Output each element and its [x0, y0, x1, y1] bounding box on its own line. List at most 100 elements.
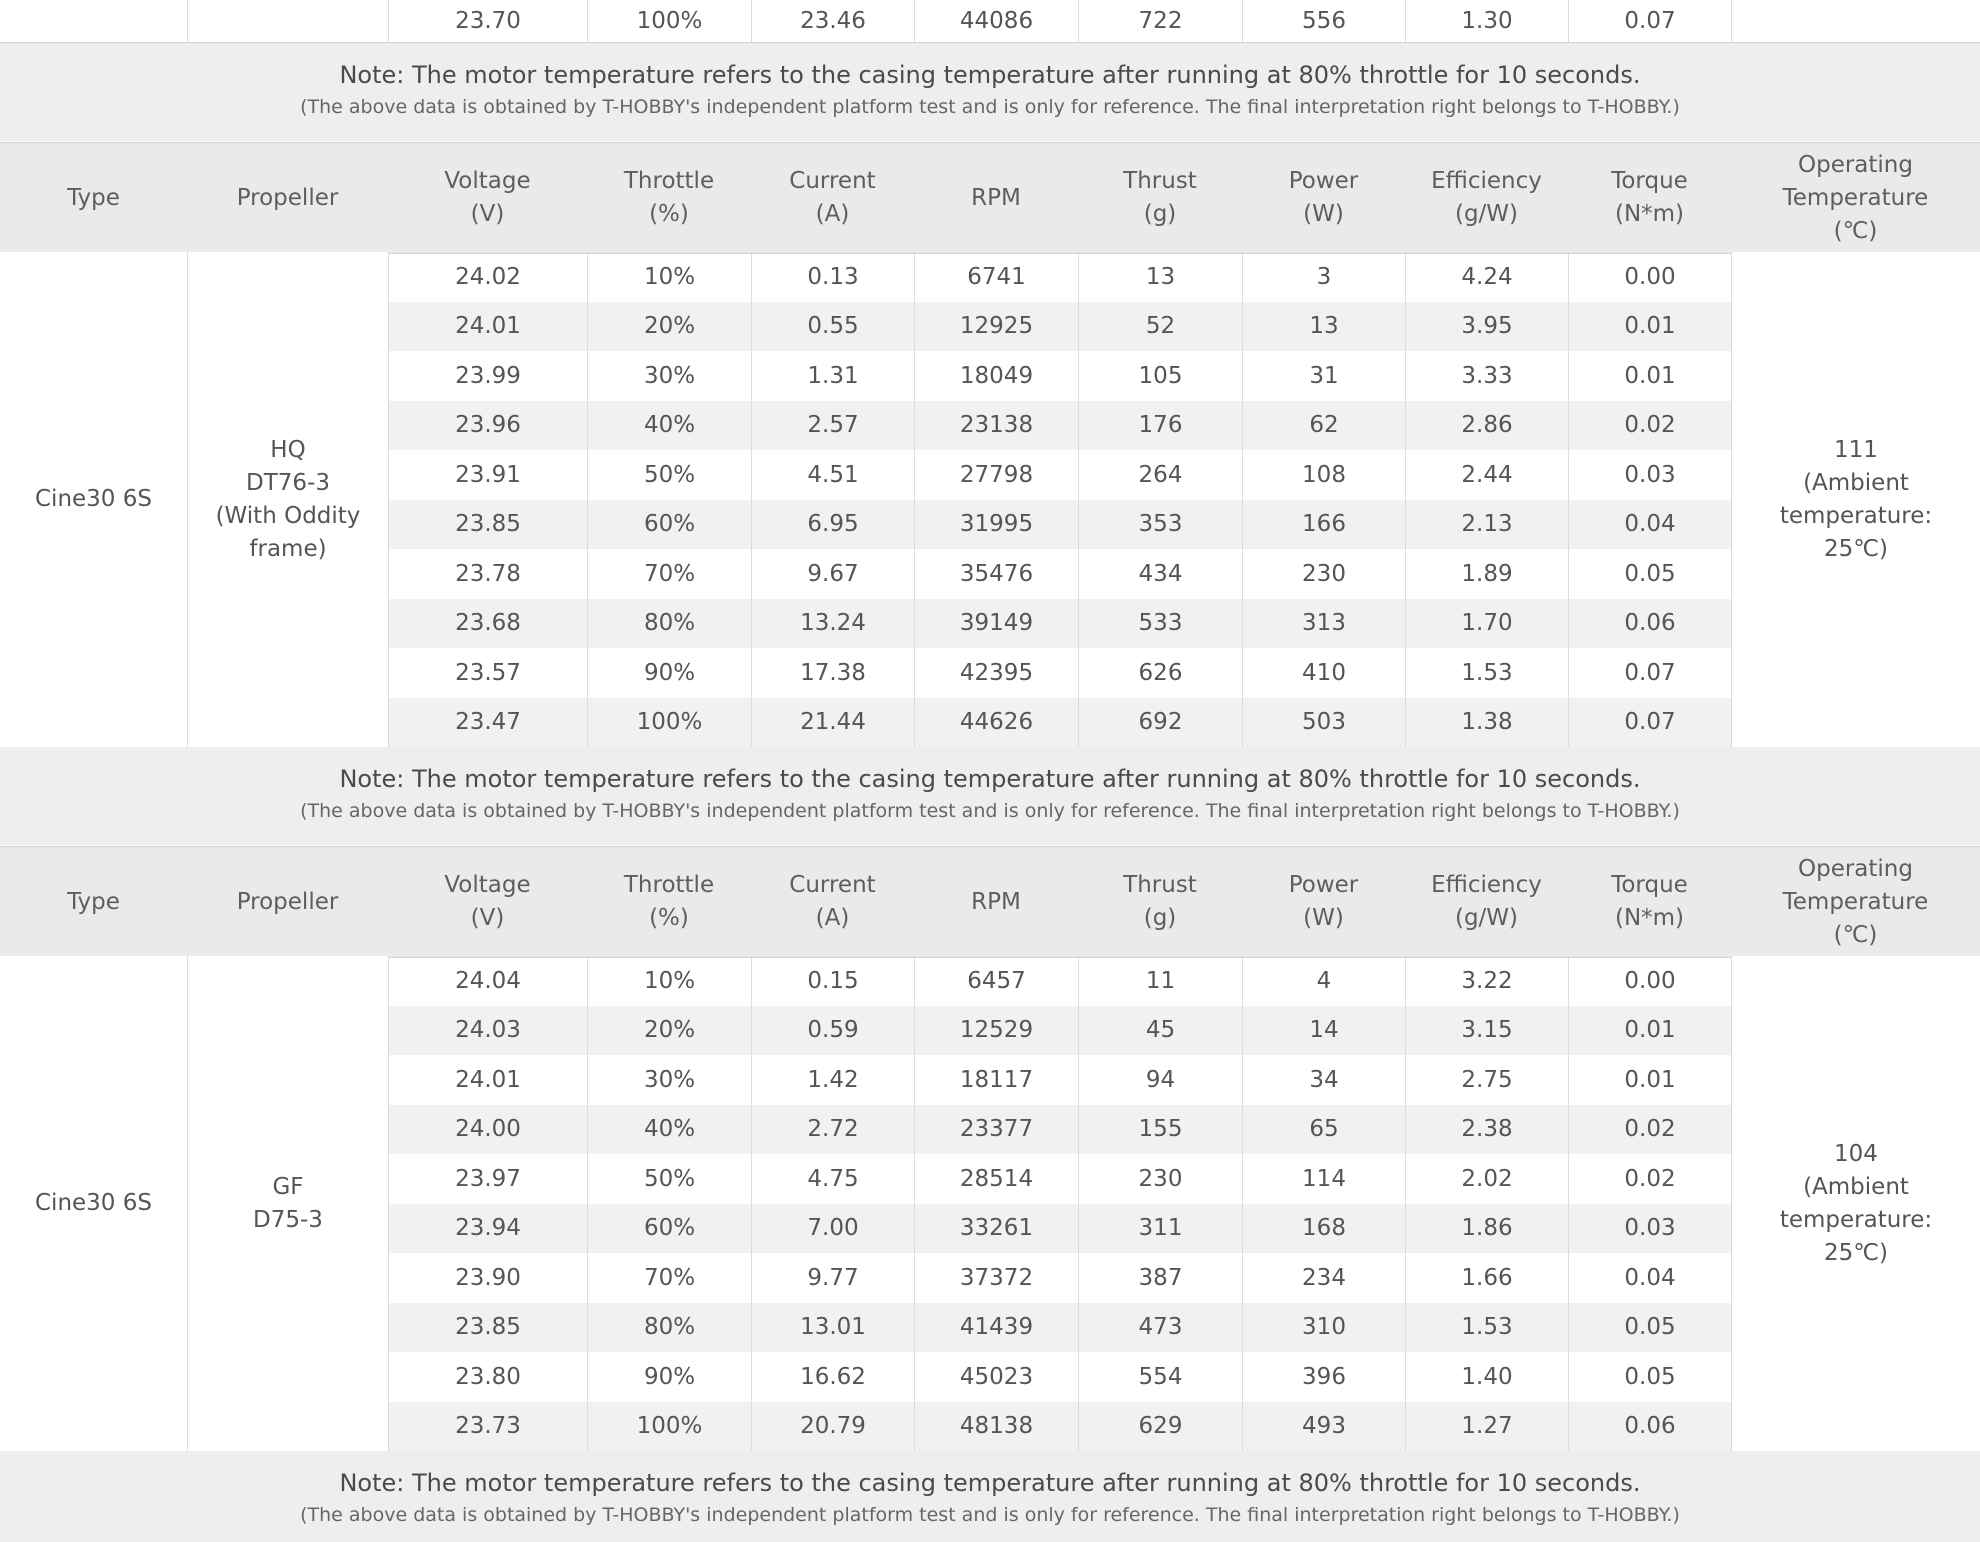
table-row-partial: 23.70 100% 23.46 44086 722 556 1.30 0.07 [0, 0, 1980, 43]
table-cell: 44086 [914, 0, 1078, 42]
operating-temperature-cell-line: 111 [1834, 436, 1878, 463]
table-cell: 35476 [914, 549, 1078, 599]
table-cell: 1.89 [1405, 549, 1568, 599]
header-line: RPM [971, 184, 1021, 211]
propeller-cell-line: (With Oddity [215, 502, 361, 529]
table-cell: 234 [1242, 1253, 1405, 1303]
table-cell: 41439 [914, 1302, 1078, 1352]
table-cell: 28514 [914, 1154, 1078, 1204]
header-temperature: Operating Temperature (℃) [1731, 143, 1980, 253]
motor-type-cell-line: Cine30 6S [35, 486, 152, 512]
table-cell: 0.02 [1568, 400, 1731, 450]
header-label: Type [67, 182, 120, 215]
table-cell: 11 [1078, 956, 1242, 1006]
operating-temperature-cell-line: temperature: [1779, 1206, 1933, 1233]
table-cell: 39149 [914, 598, 1078, 648]
header-torque: Torque (N*m) [1568, 143, 1731, 253]
table-cell: 2.13 [1405, 499, 1568, 549]
table-cell: 353 [1078, 499, 1242, 549]
table-cell: 0.00 [1568, 252, 1731, 302]
table-cell: 45 [1078, 1005, 1242, 1055]
table-cell: 24.00 [388, 1104, 587, 1154]
table-cell: 410 [1242, 648, 1405, 698]
header-voltage: Voltage (V) [388, 143, 587, 253]
header-line: (%) [649, 905, 689, 931]
table-cell: 0.05 [1568, 1302, 1731, 1352]
table-cell: 50% [587, 450, 751, 500]
table-cell: 23.73 [388, 1401, 587, 1451]
table-cell: 1.53 [1405, 1302, 1568, 1352]
table-cell: 27798 [914, 450, 1078, 500]
propeller-cell-line: D75-3 [253, 1206, 323, 1233]
header-line: (V) [470, 201, 505, 227]
propeller-cell-label: GF D75-3 [253, 1171, 323, 1237]
table-cell: 23.80 [388, 1352, 587, 1402]
motor-type-cell: Cine30 6S [0, 252, 187, 747]
header-label: Throttle (%) [624, 165, 714, 231]
table-cell: 168 [1242, 1203, 1405, 1253]
table-cell: 18049 [914, 351, 1078, 401]
operating-temperature-cell: 111 (Ambient temperature: 25℃) [1731, 252, 1980, 747]
header-line: (g/W) [1454, 905, 1519, 931]
table-cell: 23138 [914, 400, 1078, 450]
header-label: Throttle (%) [624, 869, 714, 935]
header-type: Type [0, 847, 187, 957]
table-cell: 24.04 [388, 956, 587, 1006]
header-line: (V) [470, 905, 505, 931]
header-line: (W) [1303, 905, 1344, 931]
header-line: Efficiency [1431, 872, 1542, 898]
table-cell: 4.51 [751, 450, 914, 500]
propeller-cell-label: HQ DT76-3 (With Oddity frame) [216, 434, 361, 566]
table-cell: 48138 [914, 1401, 1078, 1451]
note-disclaimer-text: (The above data is obtained by T-HOBBY's… [300, 1504, 1680, 1526]
table-cell: 100% [587, 697, 751, 747]
header-temperature: Operating Temperature (℃) [1731, 847, 1980, 957]
note-main-text: Note: The motor temperature refers to th… [339, 765, 1641, 793]
header-label: Voltage (V) [444, 869, 530, 935]
table-cell: 12925 [914, 301, 1078, 351]
table-cell: 100% [587, 0, 751, 42]
table-cell: 3 [1242, 252, 1405, 302]
table-cell: 9.67 [751, 549, 914, 599]
table-cell: 13 [1242, 301, 1405, 351]
table-cell: 60% [587, 499, 751, 549]
table-cell: 62 [1242, 400, 1405, 450]
table-cell: 264 [1078, 450, 1242, 500]
table-cell: 23.68 [388, 598, 587, 648]
table-cell: 503 [1242, 697, 1405, 747]
header-line: Voltage [444, 168, 531, 194]
table-cell: 20.79 [751, 1401, 914, 1451]
table-cell: 1.27 [1405, 1401, 1568, 1451]
table-cell: 396 [1242, 1352, 1405, 1402]
table-cell: 2.57 [751, 400, 914, 450]
table-cell: 9.77 [751, 1253, 914, 1303]
note-disclaimer-text: (The above data is obtained by T-HOBBY's… [300, 800, 1680, 822]
note-block: Note: The motor temperature refers to th… [0, 1450, 1980, 1542]
table-cell: 533 [1078, 598, 1242, 648]
header-voltage: Voltage (V) [388, 847, 587, 957]
table-cell: 6741 [914, 252, 1078, 302]
header-line: (g) [1143, 905, 1177, 931]
table-cell: 7.00 [751, 1203, 914, 1253]
header-power: Power (W) [1242, 143, 1405, 253]
table-cell: 1.30 [1405, 0, 1568, 42]
note-block: Note: The motor temperature refers to th… [0, 746, 1980, 845]
table-cell: 37372 [914, 1253, 1078, 1303]
table-cell: 6457 [914, 956, 1078, 1006]
header-line: Temperature [1782, 184, 1929, 211]
table-cell: 24.01 [388, 1055, 587, 1105]
header-current: Current (A) [751, 143, 914, 253]
table-cell: 0.01 [1568, 1005, 1731, 1055]
header-label: Current (A) [789, 165, 875, 231]
operating-temperature-cell: 104 (Ambient temperature: 25℃) [1731, 956, 1980, 1451]
table-cell: 3.22 [1405, 956, 1568, 1006]
table-cell: 10% [587, 956, 751, 1006]
header-thrust: Thrust (g) [1078, 143, 1242, 253]
table-cell: 70% [587, 1253, 751, 1303]
table-cell: 108 [1242, 450, 1405, 500]
table-cell: 21.44 [751, 697, 914, 747]
table-cell: 13.24 [751, 598, 914, 648]
header-label: RPM [971, 182, 1021, 215]
table-cell: 4 [1242, 956, 1405, 1006]
header-line: Thrust [1123, 872, 1197, 898]
